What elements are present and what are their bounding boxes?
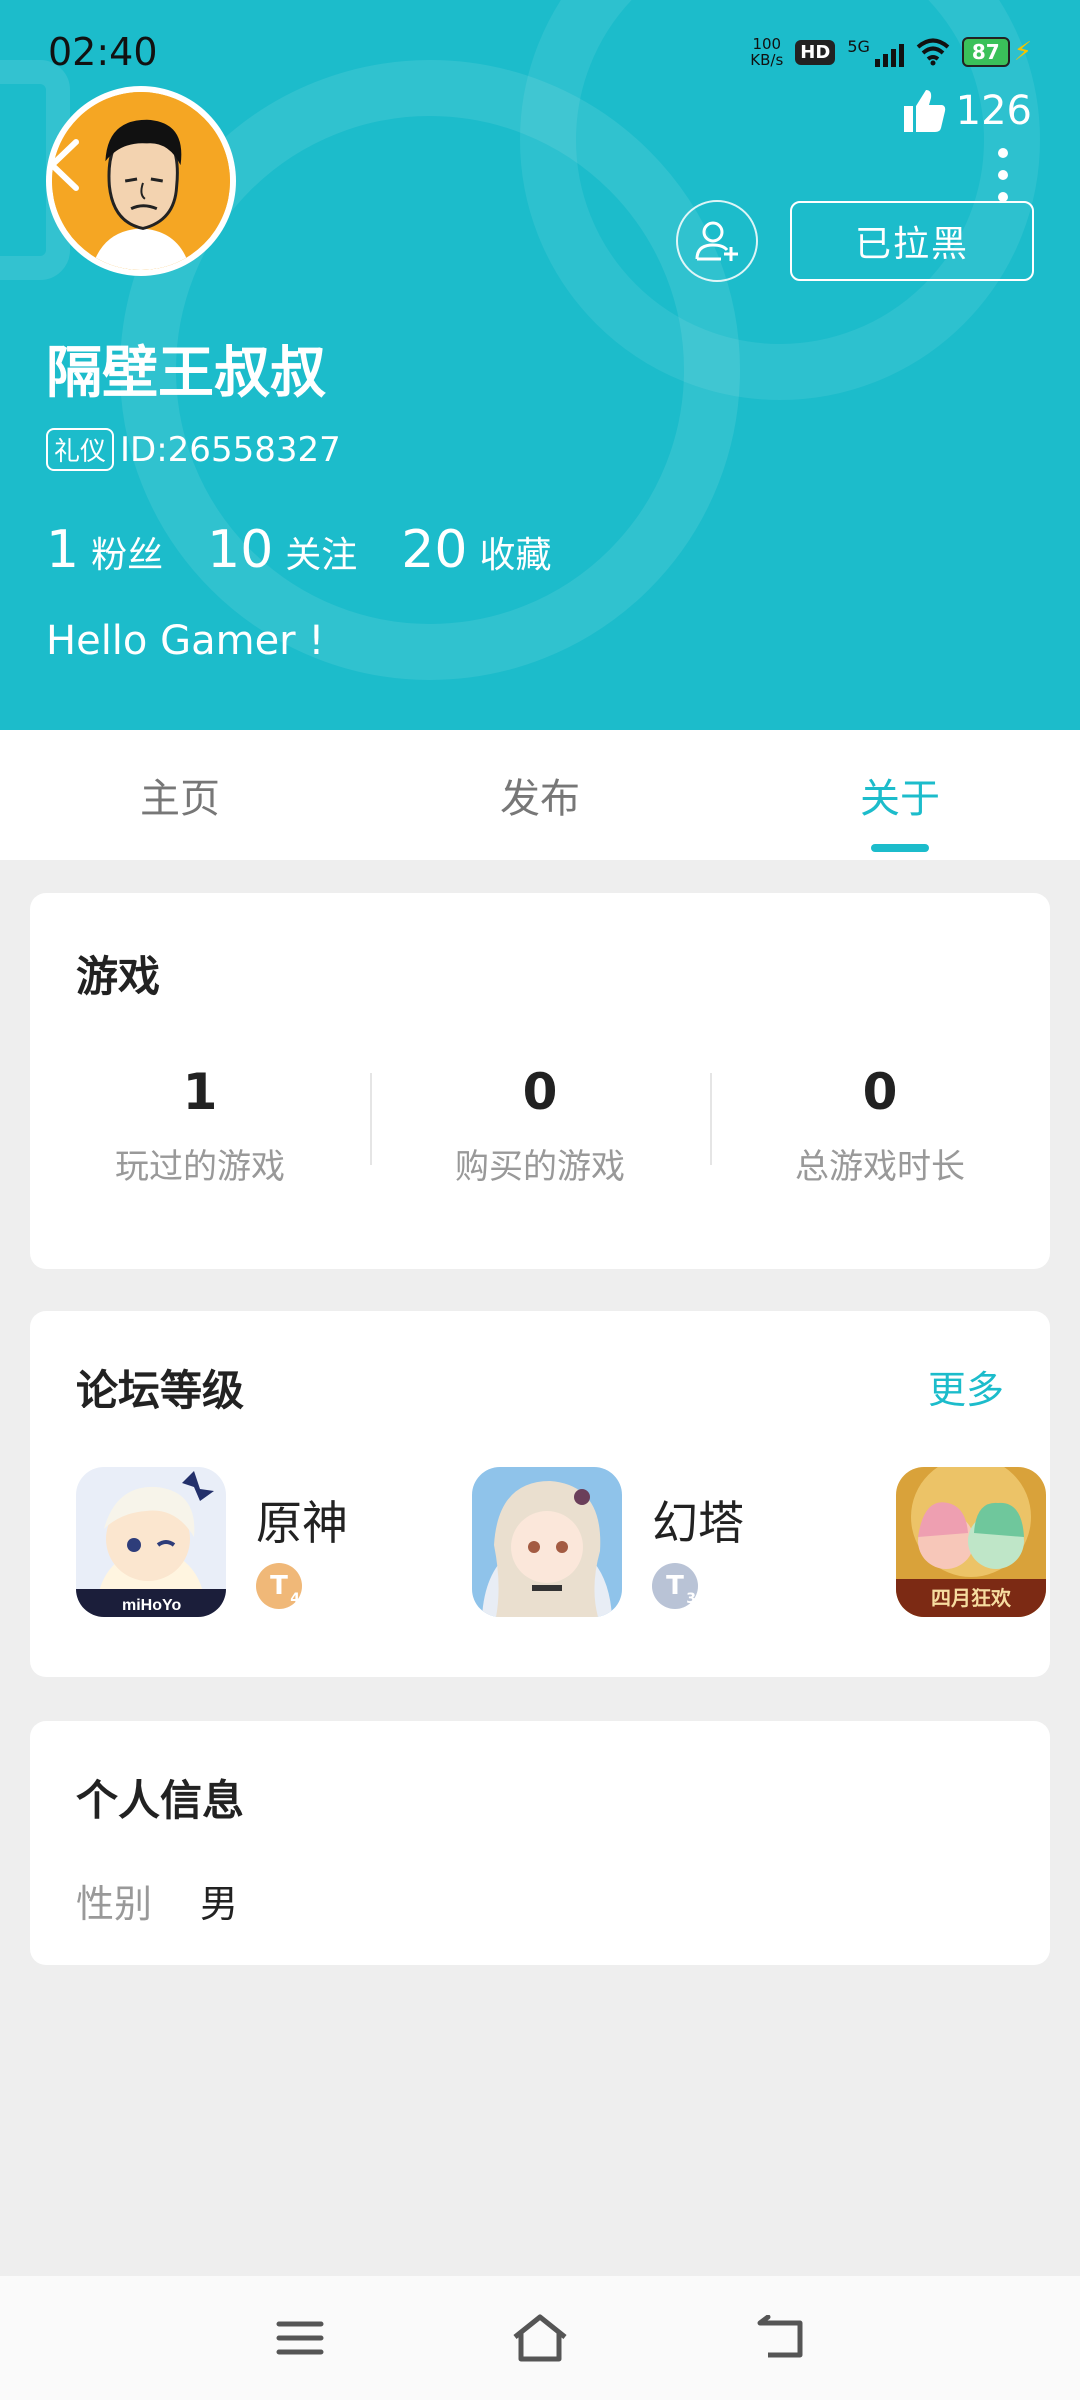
event-banner-text: 四月狂欢 — [931, 1586, 1011, 1610]
level-badge-icon: T 3 — [652, 1563, 698, 1609]
personal-info-card: 个人信息 性别 男 — [30, 1721, 1050, 1965]
back-arrow-icon[interactable] — [40, 130, 90, 200]
level-number: 3 — [686, 1591, 696, 1607]
menu-icon — [276, 2321, 324, 2355]
personal-info-title: 个人信息 — [76, 1776, 245, 1825]
back-button[interactable] — [750, 2308, 810, 2368]
profile-tabs: 主页 发布 关于 — [0, 730, 1080, 860]
user-id: ID:26558327 — [120, 429, 341, 470]
april-event-game-icon: 四月狂欢 — [896, 1467, 1046, 1617]
thumbs-up-icon — [903, 90, 945, 132]
status-icons: 100 KB/s HD 5G 87 ⚡ — [750, 36, 1032, 68]
user-id-row: 礼仪 ID:26558327 — [46, 428, 341, 471]
menu-button[interactable] — [270, 2308, 330, 2368]
forum-item-tower-of-fantasy[interactable]: 幻塔 T 3 — [472, 1467, 744, 1617]
forum-item-third[interactable]: 四月狂欢 — [896, 1467, 1046, 1617]
level-letter: T — [666, 1571, 684, 1601]
gender-value: 男 — [200, 1882, 239, 1926]
gender-label: 性别 — [76, 1882, 153, 1926]
status-time: 02:40 — [48, 30, 158, 74]
following-count: 10 — [207, 520, 274, 580]
hd-icon: HD — [795, 39, 836, 65]
status-bar: 02:40 100 KB/s HD 5G 87 ⚡ — [0, 0, 1080, 100]
profile-stats: 1 粉丝 10 关注 20 收藏 — [46, 520, 551, 580]
forum-level-title: 论坛等级 — [76, 1366, 245, 1415]
stat-label: 玩过的游戏 — [115, 1147, 285, 1187]
level-number: 4 — [290, 1591, 300, 1607]
level-letter: T — [270, 1571, 288, 1601]
following-label: 关注 — [285, 535, 358, 576]
net-speed: 100 KB/s — [750, 36, 783, 68]
battery-icon: 87 ⚡ — [961, 37, 1032, 67]
signal-icon: 5G — [847, 37, 904, 67]
games-card: 游戏 1 玩过的游戏 0 购买的游戏 0 总游戏时长 — [30, 893, 1050, 1269]
more-options-icon[interactable] — [998, 148, 1008, 202]
following-stat[interactable]: 10 关注 — [207, 520, 357, 580]
home-button[interactable] — [510, 2308, 570, 2368]
more-link[interactable]: 更多 — [928, 1359, 1004, 1414]
username: 隔壁王叔叔 — [46, 341, 326, 406]
fans-label: 粉丝 — [91, 535, 164, 576]
forum-level-card: 论坛等级 更多 miHoYo 原神 T 4 幻塔 T 3 四月狂欢 — [30, 1311, 1050, 1677]
genshin-game-icon: miHoYo — [76, 1467, 226, 1617]
favorites-label: 收藏 — [479, 535, 552, 576]
wifi-icon — [916, 38, 950, 66]
charging-icon: ⚡ — [1013, 37, 1032, 67]
gender-row: 性别 男 — [76, 1873, 238, 1928]
stat-label: 总游戏时长 — [795, 1147, 965, 1187]
home-icon — [513, 2314, 567, 2362]
purchased-games-stat[interactable]: 0 购买的游戏 — [370, 1063, 710, 1188]
stat-value: 1 — [182, 1063, 218, 1121]
battery-level: 87 — [961, 37, 1010, 67]
forum-item-genshin[interactable]: miHoYo 原神 T 4 — [76, 1467, 348, 1617]
level-badge-icon: T 4 — [256, 1563, 302, 1609]
add-user-icon — [695, 221, 738, 261]
profile-header: 02:40 100 KB/s HD 5G 87 ⚡ 126 已拉黑 隔壁王叔叔 … — [0, 0, 1080, 730]
stat-value: 0 — [862, 1063, 898, 1121]
favorites-count: 20 — [401, 520, 468, 580]
follow-button[interactable] — [676, 200, 758, 282]
tab-about[interactable]: 关于 — [720, 730, 1080, 860]
etiquette-badge[interactable]: 礼仪 — [46, 428, 115, 471]
tower-of-fantasy-game-icon — [472, 1467, 622, 1617]
forum-item-name: 幻塔 — [652, 1496, 744, 1550]
system-nav-bar — [0, 2276, 1080, 2400]
blocked-button[interactable]: 已拉黑 — [790, 201, 1034, 281]
network-type: 5G — [847, 37, 870, 56]
stat-label: 购买的游戏 — [455, 1147, 625, 1187]
games-title: 游戏 — [76, 952, 161, 1001]
played-games-stat[interactable]: 1 玩过的游戏 — [30, 1063, 370, 1188]
games-stats: 1 玩过的游戏 0 购买的游戏 0 总游戏时长 — [30, 1063, 1050, 1188]
user-bio: Hello Gamer ! — [46, 618, 325, 664]
playtime-stat[interactable]: 0 总游戏时长 — [710, 1063, 1050, 1188]
genshin-brand: miHoYo — [122, 1597, 182, 1614]
forum-item-name: 原神 — [256, 1496, 348, 1550]
fans-count: 1 — [46, 520, 80, 580]
net-speed-value: 100 — [752, 35, 782, 53]
fans-stat[interactable]: 1 粉丝 — [46, 520, 163, 580]
net-speed-unit: KB/s — [750, 51, 784, 69]
likes-counter[interactable]: 126 — [902, 88, 1032, 134]
likes-count: 126 — [955, 88, 1032, 134]
tab-posts[interactable]: 发布 — [360, 730, 720, 860]
stat-value: 0 — [522, 1063, 558, 1121]
back-nav-icon — [757, 2315, 803, 2358]
forum-list: miHoYo 原神 T 4 幻塔 T 3 四月狂欢 — [76, 1467, 1050, 1627]
tab-home[interactable]: 主页 — [0, 730, 360, 860]
favorites-stat[interactable]: 20 收藏 — [401, 520, 551, 580]
